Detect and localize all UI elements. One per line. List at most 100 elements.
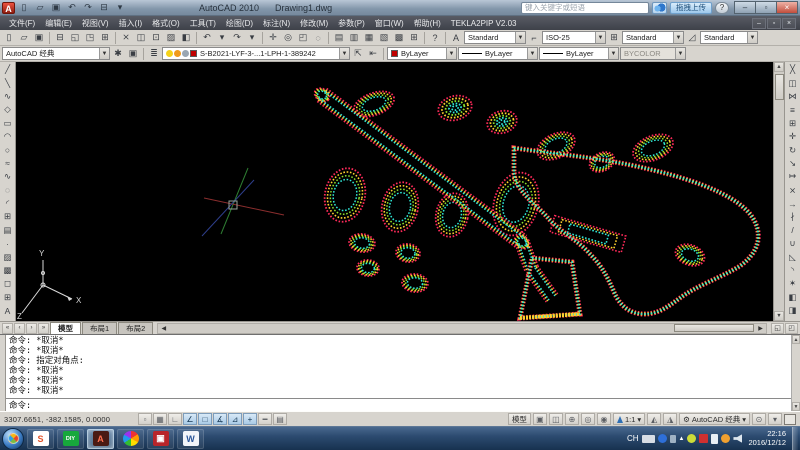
help-icon[interactable]: ?: [428, 31, 442, 45]
layer-select[interactable]: S-B2021-LYF-3-...1-LPH-1-389242 ▼: [162, 47, 350, 60]
redo-arrow-icon[interactable]: ▾: [245, 31, 259, 45]
ortho-toggle[interactable]: ∟: [168, 413, 182, 425]
zoom-icon[interactable]: ◎: [581, 413, 595, 425]
properties-icon[interactable]: ▤: [332, 31, 346, 45]
workspace-switch-button[interactable]: ⚙AutoCAD 经典▾: [679, 413, 750, 425]
line-icon[interactable]: ╱: [1, 63, 15, 76]
qat-customize-icon[interactable]: ▾: [113, 1, 127, 14]
doc-minimize-button[interactable]: –: [752, 18, 766, 29]
model-space-button[interactable]: 模型: [508, 413, 531, 425]
lwt-toggle[interactable]: ━: [258, 413, 272, 425]
drawing-canvas[interactable]: YXZ: [16, 62, 773, 321]
plot-preview-icon[interactable]: ◱: [68, 31, 82, 45]
maximize-viewport-icon[interactable]: ◱: [771, 323, 784, 334]
mleader-style-icon[interactable]: ◿: [685, 31, 699, 45]
layer-lock-icon[interactable]: [182, 50, 189, 57]
fillet-icon[interactable]: ◝: [786, 264, 800, 277]
table-style-icon[interactable]: ⊞: [607, 31, 621, 45]
autocad-logo-icon[interactable]: A: [2, 2, 15, 14]
annotation-autoscale-icon[interactable]: ◮: [663, 413, 677, 425]
show-desktop-button[interactable]: [792, 427, 798, 450]
qnew-icon[interactable]: ▯: [2, 31, 16, 45]
otrack-toggle[interactable]: ∡: [213, 413, 227, 425]
cut-icon[interactable]: ⨯: [119, 31, 133, 45]
insert-block-icon[interactable]: ⊞: [1, 210, 15, 223]
status-menu-icon[interactable]: ▾: [768, 413, 782, 425]
scroll-down-icon[interactable]: ▼: [792, 402, 800, 411]
chevron-down-icon[interactable]: ▼: [747, 32, 757, 43]
steeringwheel-icon[interactable]: ◉: [597, 413, 611, 425]
doc-close-button[interactable]: ×: [782, 18, 796, 29]
text-style-icon[interactable]: A: [449, 31, 463, 45]
menu-o[interactable]: 格式(O): [147, 18, 185, 29]
chevron-down-icon[interactable]: ▼: [608, 48, 618, 59]
pan-icon[interactable]: ✛: [266, 31, 280, 45]
vertical-scrollbar[interactable]: ▲ ▼: [773, 62, 784, 321]
scroll-down-icon[interactable]: ▼: [774, 311, 784, 321]
break-point-icon[interactable]: ∤: [786, 210, 800, 223]
zoom-window-icon[interactable]: ◰: [296, 31, 310, 45]
plot-icon[interactable]: ⊟: [53, 31, 67, 45]
rotate-icon[interactable]: ↻: [786, 143, 800, 156]
circle-icon[interactable]: ○: [1, 143, 15, 156]
menu-w[interactable]: 窗口(W): [370, 18, 409, 29]
bring-to-front-icon[interactable]: ◧: [786, 291, 800, 304]
prev-tab-icon[interactable]: ‹: [14, 323, 25, 334]
undo-icon[interactable]: ↶: [200, 31, 214, 45]
layer-properties-icon[interactable]: ≣: [147, 47, 161, 61]
chevron-down-icon[interactable]: ▼: [99, 48, 109, 59]
designcenter-icon[interactable]: ▥: [347, 31, 361, 45]
make-block-icon[interactable]: ▤: [1, 224, 15, 237]
open-button[interactable]: ▱: [33, 1, 47, 14]
redo-button[interactable]: ↷: [81, 1, 95, 14]
copy-icon[interactable]: ◫: [786, 76, 800, 89]
undo-button[interactable]: ↶: [65, 1, 79, 14]
taskbar-app-diy[interactable]: DIY: [57, 429, 84, 449]
dyn-toggle[interactable]: +: [243, 413, 257, 425]
stretch-icon[interactable]: ↦: [786, 170, 800, 183]
drag-upload-button[interactable]: 拖拽上传: [670, 2, 712, 14]
snap-toggle[interactable]: ▫: [138, 413, 152, 425]
security-icon[interactable]: [687, 434, 696, 443]
chevron-down-icon[interactable]: ▼: [446, 48, 456, 59]
chevron-down-icon[interactable]: ▼: [527, 48, 537, 59]
keyboard-icon[interactable]: [642, 435, 655, 443]
clean-screen-button[interactable]: [784, 414, 796, 425]
tray-expand-icon[interactable]: ▲: [679, 436, 685, 442]
workspace-settings-icon[interactable]: ✱: [111, 47, 125, 61]
toolbar-lock-icon[interactable]: ⊙: [752, 413, 766, 425]
chamfer-icon[interactable]: ◺: [786, 250, 800, 263]
match-properties-icon[interactable]: ▨: [164, 31, 178, 45]
region-icon[interactable]: ◻: [1, 277, 15, 290]
paste-icon[interactable]: ⊡: [149, 31, 163, 45]
menu-d[interactable]: 绘图(D): [221, 18, 258, 29]
make-object-layer-current-icon[interactable]: ⇱: [351, 47, 365, 61]
horizontal-scroll-thumb[interactable]: [674, 324, 754, 332]
quick-view-drawings-icon[interactable]: ◫: [549, 413, 563, 425]
scroll-up-icon[interactable]: ▲: [774, 62, 784, 72]
communication-center-icon[interactable]: [652, 2, 667, 14]
gradient-icon[interactable]: ▩: [1, 264, 15, 277]
scale-icon[interactable]: ↘: [786, 157, 800, 170]
viewport-nav-icon[interactable]: ◰: [785, 323, 798, 334]
taskbar-app-pinwheel[interactable]: [117, 429, 144, 449]
move-icon[interactable]: ✛: [786, 130, 800, 143]
update-icon[interactable]: [721, 434, 730, 443]
horizontal-scrollbar[interactable]: ◀ ▶: [157, 323, 767, 334]
menu-tekla2pipv203[interactable]: TEKLA2PIP V2.03: [446, 19, 522, 28]
ellipse-arc-icon[interactable]: ◜: [1, 197, 15, 210]
chevron-down-icon[interactable]: ▼: [339, 48, 349, 59]
chevron-down-icon[interactable]: ▼: [595, 32, 605, 43]
block-editor-icon[interactable]: ◧: [179, 31, 193, 45]
first-tab-icon[interactable]: «: [2, 323, 13, 334]
save-icon[interactable]: ▣: [32, 31, 46, 45]
undo-arrow-icon[interactable]: ▾: [215, 31, 229, 45]
mleader-style-select[interactable]: Standard▼: [700, 31, 758, 44]
chevron-down-icon[interactable]: ▼: [515, 32, 525, 43]
scroll-right-icon[interactable]: ▶: [755, 324, 766, 333]
tab-layout1[interactable]: 布局1: [82, 322, 117, 334]
layer-previous-icon[interactable]: ⇤: [366, 47, 380, 61]
zoom-realtime-icon[interactable]: ◎: [281, 31, 295, 45]
mtext-icon[interactable]: A: [1, 304, 15, 317]
extend-icon[interactable]: →: [786, 197, 800, 210]
